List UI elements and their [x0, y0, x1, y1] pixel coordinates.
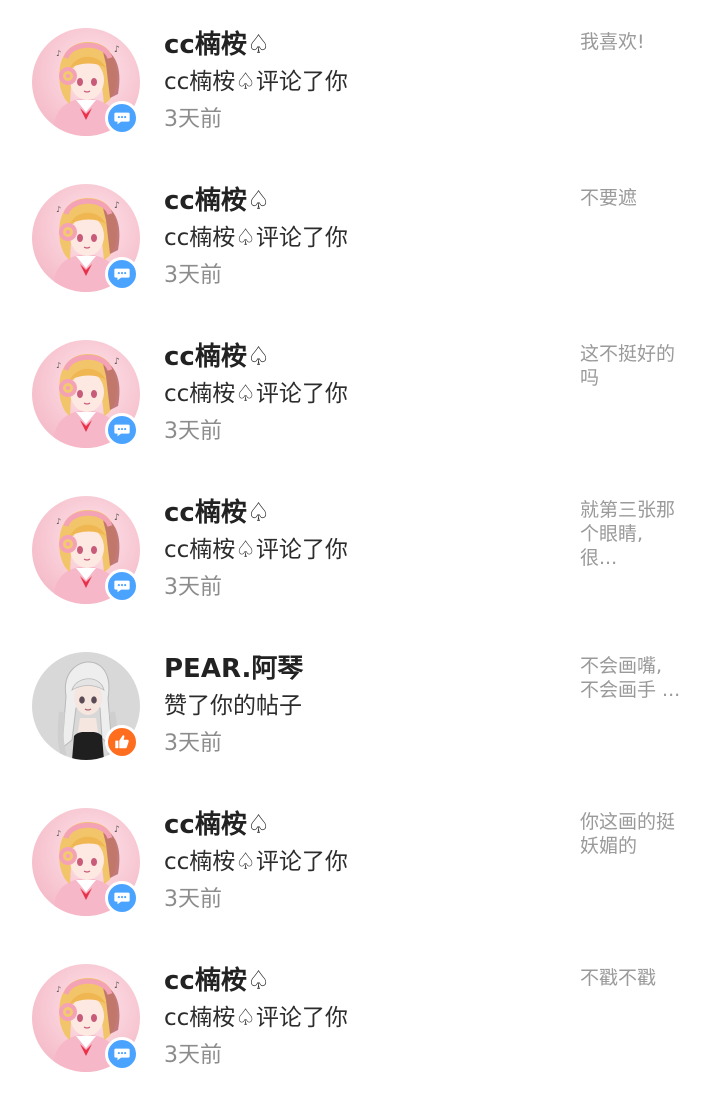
- comment-preview[interactable]: 不会画嘴, 不会画手 ...: [580, 654, 690, 702]
- svg-text:♪: ♪: [56, 205, 61, 214]
- notification-item[interactable]: ♪ ♪ cc楠桉♤ cc楠桉♤评论了你 3天前 就第三张那 个眼睛, 很...: [0, 468, 720, 624]
- action-text: cc楠桉♤评论了你: [164, 381, 348, 407]
- action-text: cc楠桉♤评论了你: [164, 225, 348, 251]
- svg-text:♪: ♪: [114, 201, 120, 211]
- action-text: cc楠桉♤评论了你: [164, 849, 348, 875]
- svg-text:♪: ♪: [114, 513, 120, 523]
- svg-text:♪: ♪: [114, 45, 120, 55]
- comment-preview[interactable]: 这不挺好的 吗: [580, 342, 690, 390]
- svg-text:♪: ♪: [114, 825, 120, 835]
- svg-text:♪: ♪: [114, 357, 120, 367]
- svg-text:♪: ♪: [56, 517, 61, 526]
- user-name[interactable]: cc楠桉♤: [164, 340, 270, 374]
- svg-text:♪: ♪: [56, 49, 61, 58]
- notification-item[interactable]: ♪ ♪ cc楠桉♤ cc楠桉♤评论了你 3天前 你这画的挺 妖媚的: [0, 780, 720, 936]
- timestamp: 3天前: [164, 731, 222, 756]
- notification-item[interactable]: ♪ ♪ cc楠桉♤ cc楠桉♤评论了你 3天前 我喜欢!: [0, 0, 720, 156]
- notification-item[interactable]: ♪ ♪ cc楠桉♤ cc楠桉♤评论了你 3天前 这不挺好的 吗: [0, 312, 720, 468]
- action-text: cc楠桉♤评论了你: [164, 1005, 348, 1031]
- action-text: cc楠桉♤评论了你: [164, 537, 348, 563]
- user-name[interactable]: cc楠桉♤: [164, 964, 270, 998]
- timestamp: 3天前: [164, 419, 222, 444]
- notification-list: ♪ ♪ cc楠桉♤ cc楠桉♤评论了你 3天前 我喜欢! ♪ ♪ cc楠桉♤ c…: [0, 0, 720, 1114]
- comment-icon: [105, 1037, 139, 1071]
- notification-item[interactable]: ♪ ♪ cc楠桉♤ cc楠桉♤评论了你 3天前 不要遮: [0, 156, 720, 312]
- comment-preview[interactable]: 你这画的挺 妖媚的: [580, 810, 690, 858]
- user-name[interactable]: cc楠桉♤: [164, 28, 270, 62]
- comment-icon: [105, 569, 139, 603]
- timestamp: 3天前: [164, 887, 222, 912]
- timestamp: 3天前: [164, 107, 222, 132]
- like-icon: [105, 725, 139, 759]
- svg-text:♪: ♪: [114, 981, 120, 991]
- comment-preview[interactable]: 不要遮: [580, 186, 690, 210]
- user-name[interactable]: cc楠桉♤: [164, 496, 270, 530]
- comment-preview[interactable]: 不戳不戳: [580, 966, 690, 990]
- user-name[interactable]: cc楠桉♤: [164, 184, 270, 218]
- timestamp: 3天前: [164, 263, 222, 288]
- notification-item[interactable]: PEAR.阿琴 赞了你的帖子 3天前 不会画嘴, 不会画手 ...: [0, 624, 720, 780]
- svg-text:♪: ♪: [56, 361, 61, 370]
- comment-icon: [105, 413, 139, 447]
- notification-item[interactable]: ♪ ♪ cc楠桉♤ cc楠桉♤评论了你 3天前 不戳不戳: [0, 936, 720, 1092]
- comment-icon: [105, 881, 139, 915]
- action-text: cc楠桉♤评论了你: [164, 69, 348, 95]
- comment-icon: [105, 101, 139, 135]
- timestamp: 3天前: [164, 1043, 222, 1068]
- svg-text:♪: ♪: [56, 985, 61, 994]
- comment-icon: [105, 257, 139, 291]
- timestamp: 3天前: [164, 575, 222, 600]
- user-name[interactable]: cc楠桉♤: [164, 808, 270, 842]
- comment-preview[interactable]: 我喜欢!: [580, 30, 690, 54]
- comment-preview[interactable]: 就第三张那 个眼睛, 很...: [580, 498, 690, 570]
- action-text: 赞了你的帖子: [164, 693, 302, 719]
- user-name[interactable]: PEAR.阿琴: [164, 652, 303, 686]
- svg-text:♪: ♪: [56, 829, 61, 838]
